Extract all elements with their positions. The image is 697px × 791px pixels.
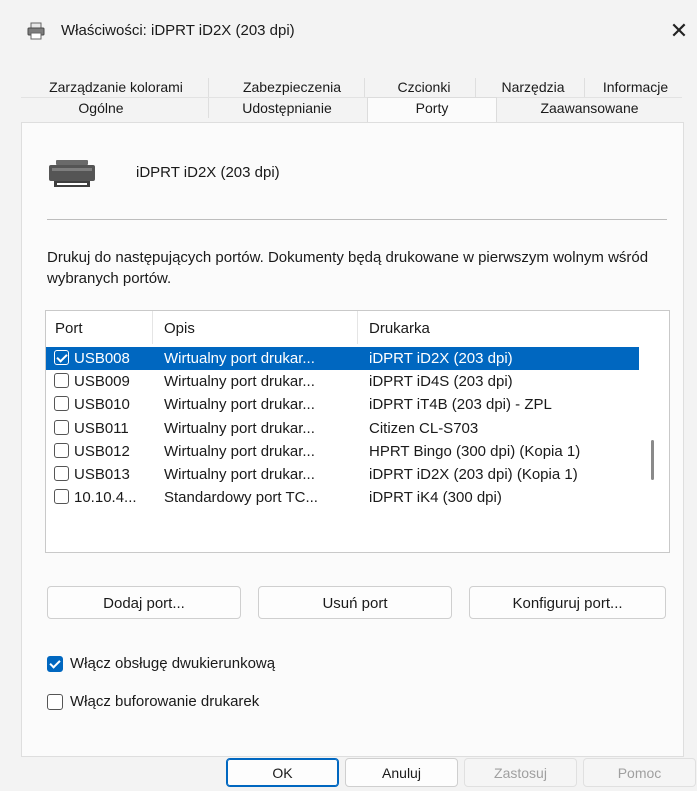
port-description: Wirtualny port drukar... bbox=[164, 373, 315, 391]
tab-fonts[interactable]: Czcionki bbox=[368, 78, 480, 97]
tab-row-divider bbox=[496, 97, 682, 98]
cancel-button[interactable]: Anuluj bbox=[345, 758, 458, 787]
port-row[interactable]: USB012 Wirtualny port drukar... HPRT Bingo… bbox=[46, 440, 639, 463]
scrollbar-thumb[interactable] bbox=[651, 440, 654, 480]
port-checkbox[interactable] bbox=[54, 442, 69, 458]
port-row[interactable]: USB009 Wirtualny port drukar... iDPRT iD4S… bbox=[46, 370, 639, 393]
tab-tools[interactable]: Narzędzia bbox=[478, 78, 588, 97]
ok-button[interactable]: OK bbox=[226, 758, 339, 787]
port-checkbox[interactable] bbox=[54, 350, 69, 365]
port-printer: iDPRT iT4B (203 dpi) - ZPL bbox=[369, 396, 552, 414]
tab-row-divider bbox=[21, 97, 367, 98]
port-checkbox[interactable] bbox=[54, 396, 69, 412]
port-row[interactable]: 10.10.4... Standardowy port TC... iDPRT iK… bbox=[46, 486, 639, 509]
apply-button[interactable]: Zastosuj bbox=[464, 758, 577, 787]
port-description: Wirtualny port drukar... bbox=[164, 442, 315, 460]
configure-port-button[interactable]: Konfiguruj port... bbox=[469, 586, 666, 619]
ports-description: Drukuj do następujących portów. Dokument… bbox=[47, 249, 649, 287]
tab-divider bbox=[208, 78, 209, 118]
remove-port-button[interactable]: Usuń port bbox=[258, 586, 452, 619]
port-name: USB013 bbox=[74, 466, 130, 483]
tab-info[interactable]: Informacje bbox=[588, 78, 683, 97]
printer-title-icon bbox=[27, 22, 45, 40]
port-description: Standardowy port TC... bbox=[164, 489, 318, 507]
tab-divider bbox=[475, 78, 476, 97]
window-title: Właściwości: iDPRT iD2X (203 dpi) bbox=[61, 22, 295, 39]
port-printer: Citizen CL-S703 bbox=[369, 419, 479, 437]
divider bbox=[47, 219, 667, 220]
tab-sharing[interactable]: Udostępnianie bbox=[212, 99, 362, 118]
port-name: USB009 bbox=[74, 373, 130, 391]
port-printer: iDPRT iD2X (203 dpi) bbox=[369, 350, 513, 367]
port-name: USB010 bbox=[74, 396, 130, 414]
port-description: Wirtualny port drukar... bbox=[164, 419, 315, 437]
column-divider bbox=[152, 311, 153, 344]
tab-divider bbox=[364, 78, 365, 97]
port-printer: iDPRT iD2X (203 dpi) (Kopia 1) bbox=[369, 466, 578, 483]
tab-general[interactable]: Ogólne bbox=[31, 99, 171, 118]
title-bar: Właściwości: iDPRT iD2X (203 dpi) ✕ bbox=[0, 0, 697, 64]
column-header-description[interactable]: Opis bbox=[164, 320, 195, 337]
column-header-printer[interactable]: Drukarka bbox=[369, 320, 430, 337]
port-row[interactable]: USB008 Wirtualny port drukar... iDPRT iD2X… bbox=[46, 347, 639, 370]
tab-security[interactable]: Zabezpieczenia bbox=[221, 78, 363, 97]
bidirectional-checkbox[interactable] bbox=[47, 656, 63, 672]
tab-divider bbox=[584, 78, 585, 97]
port-checkbox[interactable] bbox=[54, 489, 69, 505]
close-icon: ✕ bbox=[669, 18, 689, 43]
port-printer: iDPRT iK4 (300 dpi) bbox=[369, 489, 502, 507]
help-button[interactable]: Pomoc bbox=[583, 758, 696, 787]
port-description: Wirtualny port drukar... bbox=[164, 396, 315, 414]
port-description: Wirtualny port drukar... bbox=[164, 350, 315, 367]
port-printer: iDPRT iD4S (203 dpi) bbox=[369, 373, 513, 391]
port-row[interactable]: USB013 Wirtualny port drukar... iDPRT iD2X… bbox=[46, 463, 639, 486]
port-description: Wirtualny port drukar... bbox=[164, 466, 315, 483]
tab-ports[interactable]: Porty bbox=[367, 97, 497, 123]
column-divider bbox=[357, 311, 358, 344]
close-button[interactable]: ✕ bbox=[664, 16, 694, 46]
port-checkbox[interactable] bbox=[54, 373, 69, 389]
pooling-label[interactable]: Włącz buforowanie drukarek bbox=[70, 693, 259, 710]
column-header-port[interactable]: Port bbox=[55, 320, 83, 337]
port-name: USB011 bbox=[74, 419, 129, 437]
pooling-checkbox[interactable] bbox=[47, 694, 63, 710]
port-checkbox[interactable] bbox=[54, 466, 69, 481]
tab-advanced[interactable]: Zaawansowane bbox=[497, 99, 682, 118]
port-printer: HPRT Bingo (300 dpi) (Kopia 1) bbox=[369, 442, 581, 460]
port-name: USB012 bbox=[74, 442, 130, 460]
port-row[interactable]: USB010 Wirtualny port drukar... iDPRT iT4B… bbox=[46, 393, 639, 416]
printer-icon bbox=[49, 160, 95, 187]
printer-name: iDPRT iD2X (203 dpi) bbox=[136, 164, 280, 181]
bidirectional-label[interactable]: Włącz obsługę dwukierunkową bbox=[70, 655, 275, 672]
add-port-button[interactable]: Dodaj port... bbox=[47, 586, 241, 619]
port-row[interactable]: USB011 Wirtualny port drukar... Citizen CL… bbox=[46, 417, 639, 440]
port-checkbox[interactable] bbox=[54, 419, 69, 435]
tab-color-management[interactable]: Zarządzanie kolorami bbox=[31, 78, 201, 97]
port-name: 10.10.4... bbox=[74, 489, 137, 507]
port-name: USB008 bbox=[74, 350, 130, 367]
ports-scrollbar[interactable] bbox=[639, 311, 667, 550]
